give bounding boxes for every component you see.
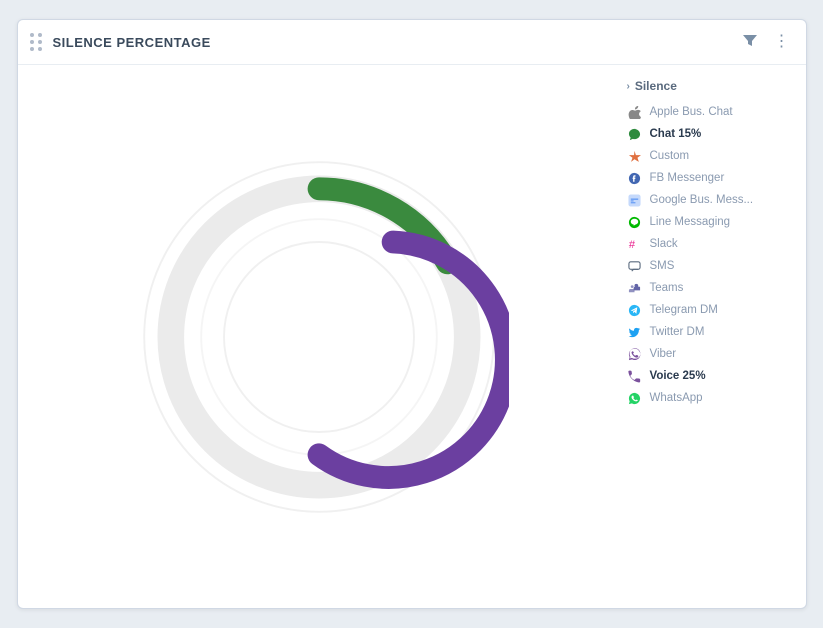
legend-item-fb-messenger[interactable]: FB Messenger [627,167,792,189]
fb-icon [627,170,643,186]
svg-text:#: # [629,239,636,251]
line-icon [627,214,643,230]
silence-percentage-card: SILENCE PERCENTAGE ⋮ [17,19,807,609]
more-options-button[interactable]: ⋮ [772,32,792,52]
legend-item-twitter-dm[interactable]: Twitter DM [627,321,792,343]
custom-icon [627,148,643,164]
teams-icon [627,280,643,296]
legend-item-label-teams: Teams [650,282,684,294]
card-title: SILENCE PERCENTAGE [53,35,211,50]
legend-item-voice[interactable]: Voice 25% [627,365,792,387]
legend-item-label-chat: Chat 15% [650,128,702,140]
legend-item-label-fb-messenger: FB Messenger [650,172,725,184]
donut-chart [129,147,509,527]
legend-item-label-telegram-dm: Telegram DM [650,304,718,316]
chevron-icon: › [627,81,630,92]
legend-item-label-voice: Voice 25% [650,370,706,382]
legend-item-telegram-dm[interactable]: Telegram DM [627,299,792,321]
apple-icon [627,104,643,120]
voice-icon [627,368,643,384]
legend-item-sms[interactable]: SMS [627,255,792,277]
legend-item-label-whatsapp: WhatsApp [650,392,703,404]
legend-items-container: Apple Bus. Chat Chat 15% Custom FB Messenge… [627,101,792,409]
google-icon [627,192,643,208]
legend-item-chat[interactable]: Chat 15% [627,123,792,145]
legend-item-google-bus-mess[interactable]: Google Bus. Mess... [627,189,792,211]
legend-area: › Silence Apple Bus. Chat Chat 15% Custom F… [621,65,806,608]
header-left: SILENCE PERCENTAGE [28,31,211,53]
whatsapp-icon [627,390,643,406]
twitter-icon [627,324,643,340]
legend-item-label-apple-bus-chat: Apple Bus. Chat [650,106,733,118]
telegram-icon [627,302,643,318]
legend-item-label-twitter-dm: Twitter DM [650,326,705,338]
card-body: › Silence Apple Bus. Chat Chat 15% Custom F… [18,65,806,608]
filter-button[interactable] [740,30,760,54]
legend-item-label-line-messaging: Line Messaging [650,216,731,228]
legend-item-slack[interactable]: # Slack [627,233,792,255]
slack-icon: # [627,236,643,252]
legend-item-label-google-bus-mess: Google Bus. Mess... [650,194,754,206]
legend-item-whatsapp[interactable]: WhatsApp [627,387,792,409]
legend-item-custom[interactable]: Custom [627,145,792,167]
viber-icon [627,346,643,362]
legend-item-label-sms: SMS [650,260,675,272]
legend-item-viber[interactable]: Viber [627,343,792,365]
legend-item-line-messaging[interactable]: Line Messaging [627,211,792,233]
chart-area [18,65,621,608]
legend-item-apple-bus-chat[interactable]: Apple Bus. Chat [627,101,792,123]
drag-handle-icon [28,31,45,53]
legend-item-label-viber: Viber [650,348,677,360]
legend-title: Silence [635,79,677,93]
legend-item-label-custom: Custom [650,150,690,162]
legend-item-teams[interactable]: Teams [627,277,792,299]
sms-icon [627,258,643,274]
header-right: ⋮ [740,30,792,54]
legend-item-label-slack: Slack [650,238,678,250]
chat-icon [627,126,643,142]
legend-header: › Silence [627,79,792,93]
card-header: SILENCE PERCENTAGE ⋮ [18,20,806,65]
